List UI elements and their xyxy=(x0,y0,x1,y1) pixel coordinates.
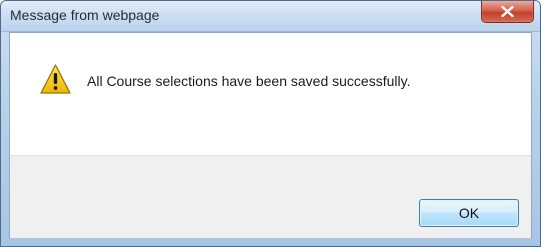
message-dialog: Message from webpage All Course selectio… xyxy=(0,0,541,247)
dialog-body: All Course selections have been saved su… xyxy=(9,32,532,238)
warning-icon xyxy=(40,64,71,94)
message-text: All Course selections have been saved su… xyxy=(87,73,411,89)
button-bar: OK xyxy=(10,155,531,238)
ok-button[interactable]: OK xyxy=(419,199,519,227)
message-area: All Course selections have been saved su… xyxy=(10,33,531,155)
dialog-title: Message from webpage xyxy=(10,7,160,23)
close-button[interactable] xyxy=(481,1,534,23)
close-icon xyxy=(501,6,514,17)
title-bar[interactable]: Message from webpage xyxy=(1,1,540,32)
